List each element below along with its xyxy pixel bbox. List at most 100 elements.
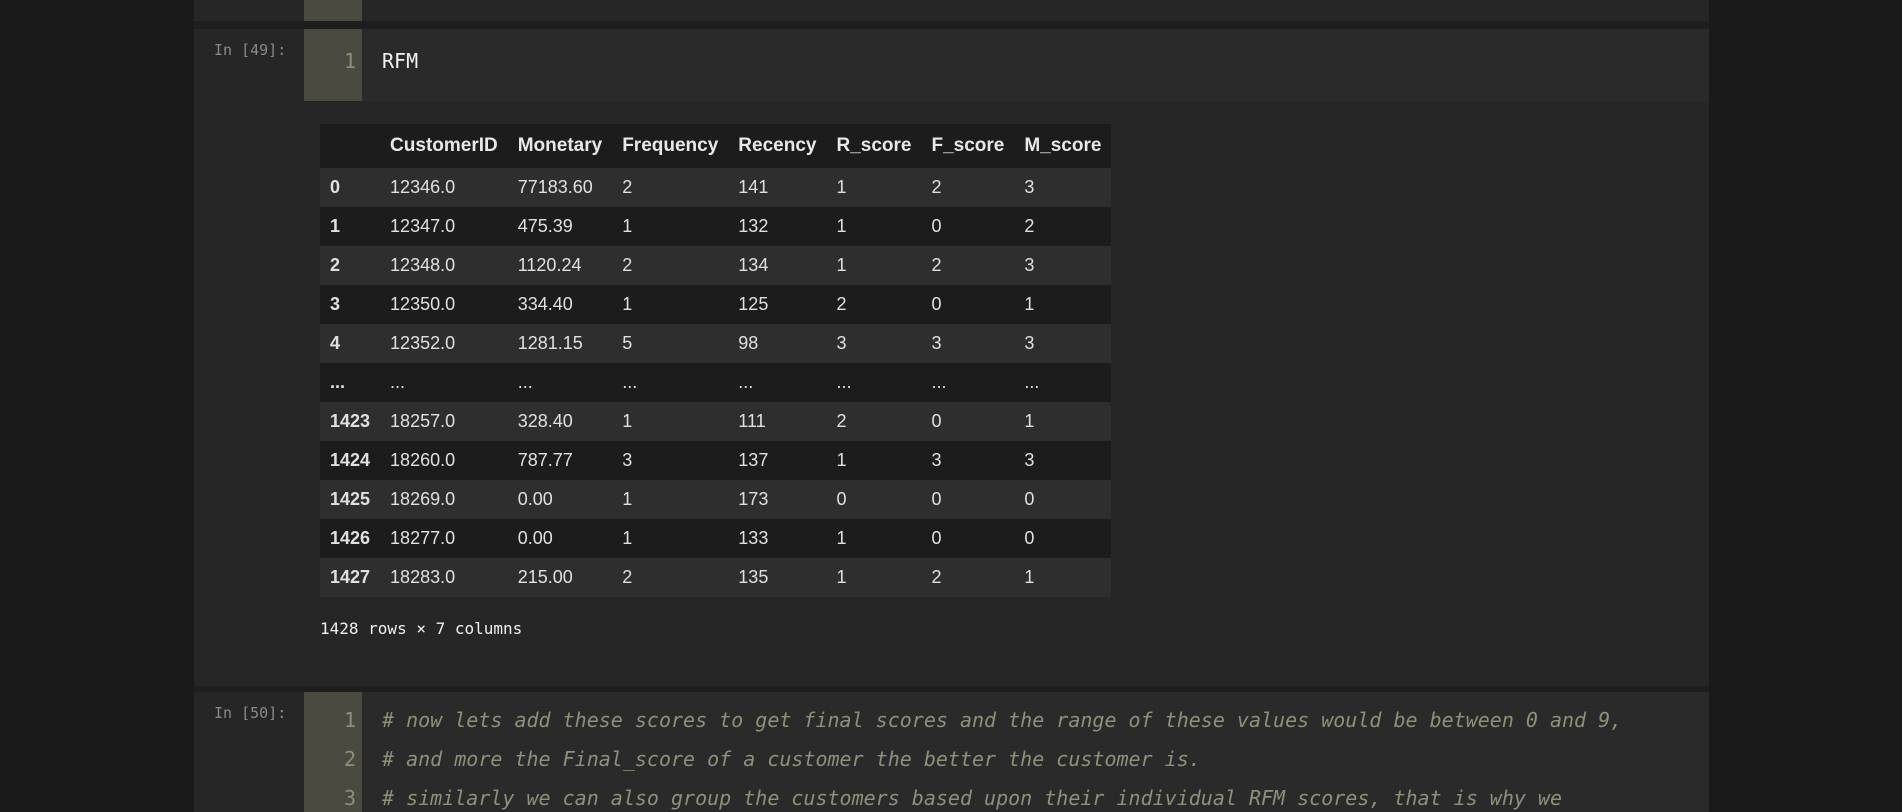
table-cell: 0	[931, 216, 942, 236]
table-cell: 2	[622, 567, 633, 587]
table-cell: ...	[931, 372, 947, 392]
table-cell: 334.40	[517, 294, 573, 314]
table-row: 4 12352.0 1281.15 5 98 3 3 3	[320, 324, 1112, 363]
code-cell-49[interactable]: In [49]: 1 RFM CustomerID Monetary Frequ…	[194, 29, 1709, 686]
row-index: 4	[330, 333, 341, 353]
table-cell: 3	[622, 450, 633, 470]
table-cell: 5	[622, 333, 633, 353]
table-cell: 141	[738, 177, 769, 197]
table-cell: 12347.0	[390, 216, 456, 236]
table-cell: 0	[931, 489, 942, 509]
table-cell: 0.00	[517, 489, 553, 509]
line-number: 1	[343, 49, 356, 73]
table-cell: ...	[517, 372, 533, 392]
table-cell: 0	[1024, 489, 1035, 509]
code-comment-line[interactable]: # similarly we can also group the custom…	[382, 786, 1562, 810]
table-cell: 0	[836, 489, 847, 509]
row-index: 1	[330, 216, 341, 236]
column-header: Monetary	[507, 124, 613, 168]
row-index: 0	[330, 177, 341, 197]
table-cell: 135	[738, 567, 769, 587]
code-comment-line[interactable]: # now lets add these scores to get final…	[382, 708, 1622, 732]
table-cell: 2	[1024, 216, 1035, 236]
table-cell: 1	[1024, 567, 1035, 587]
table-cell: 1	[622, 216, 633, 236]
table-cell: ...	[738, 372, 754, 392]
previous-cell[interactable]	[194, 0, 1709, 21]
line-number: 3	[343, 786, 356, 810]
table-cell: 1	[622, 294, 633, 314]
table-cell: 1	[1024, 411, 1035, 431]
table-cell: 3	[836, 333, 847, 353]
table-cell: 3	[931, 333, 942, 353]
table-cell: 3	[1024, 333, 1035, 353]
table-cell: 77183.60	[517, 177, 593, 197]
dataframe-shape: 1428 rows × 7 columns	[320, 619, 523, 638]
table-cell: 475.39	[517, 216, 573, 236]
table-header-row: CustomerID Monetary Frequency Recency R_…	[320, 124, 1112, 168]
table-cell: 0	[1024, 528, 1035, 548]
table-cell: 111	[738, 411, 766, 431]
table-cell: 0	[931, 294, 942, 314]
dataframe-table: CustomerID Monetary Frequency Recency R_…	[320, 124, 1112, 597]
table-cell: 1	[836, 177, 847, 197]
table-row: 1423 18257.0 328.40 1 111 2 0 1	[320, 402, 1112, 441]
table-cell: 1281.15	[517, 333, 583, 353]
previous-cell-gutter	[304, 0, 362, 21]
table-cell: 18277.0	[390, 528, 456, 548]
column-header: F_score	[921, 124, 1015, 168]
table-cell: 1	[836, 528, 847, 548]
table-cell: ...	[622, 372, 638, 392]
table-row: 0 12346.0 77183.60 2 141 1 2 3	[320, 168, 1112, 207]
table-cell: 328.40	[517, 411, 573, 431]
table-cell: 12352.0	[390, 333, 456, 353]
table-cell: 12348.0	[390, 255, 456, 275]
table-cell: ...	[836, 372, 852, 392]
table-cell: 133	[738, 528, 769, 548]
table-row: 1427 18283.0 215.00 2 135 1 2 1	[320, 558, 1112, 597]
table-row: 2 12348.0 1120.24 2 134 1 2 3	[320, 246, 1112, 285]
table-cell: 1	[622, 528, 633, 548]
code-line[interactable]: RFM	[382, 49, 418, 73]
table-cell: 2	[836, 411, 847, 431]
table-cell: 137	[738, 450, 769, 470]
code-input[interactable]: 1 RFM	[304, 29, 1709, 101]
table-cell: 215.00	[517, 567, 573, 587]
table-row: 1 12347.0 475.39 1 132 1 0 2	[320, 207, 1112, 246]
code-comment-line[interactable]: # and more the Final_score of a customer…	[382, 747, 1201, 771]
table-cell: ...	[1024, 372, 1040, 392]
table-cell: 2	[622, 177, 633, 197]
cell-prompt: In [49]:	[214, 41, 287, 59]
table-row: 3 12350.0 334.40 1 125 2 0 1	[320, 285, 1112, 324]
table-cell: 18283.0	[390, 567, 456, 587]
table-cell: 12346.0	[390, 177, 456, 197]
table-row: ........................	[320, 363, 1112, 402]
table-cell: 134	[738, 255, 769, 275]
table-cell: 173	[738, 489, 769, 509]
code-input[interactable]: 1 2 3 # now lets add these scores to get…	[304, 692, 1709, 812]
index-header	[320, 124, 381, 168]
table-cell: 12350.0	[390, 294, 456, 314]
row-index: 1426	[330, 528, 371, 548]
table-cell: 1	[836, 567, 847, 587]
table-cell: 3	[1024, 450, 1035, 470]
table-cell: 1	[1024, 294, 1035, 314]
code-cell-50[interactable]: In [50]: 1 2 3 # now lets add these scor…	[194, 692, 1709, 812]
line-number: 1	[343, 708, 356, 732]
table-cell: 3	[931, 450, 942, 470]
table-cell: 0	[931, 528, 942, 548]
table-cell: 1120.24	[517, 255, 582, 275]
table-cell: 2	[931, 255, 942, 275]
row-index: 1425	[330, 489, 371, 509]
row-index: ...	[330, 372, 346, 392]
table-cell: 0.00	[517, 528, 553, 548]
table-cell: 1	[836, 450, 847, 470]
table-cell: 787.77	[517, 450, 573, 470]
table-cell: 1	[622, 411, 633, 431]
row-index: 1424	[330, 450, 371, 470]
table-cell: 3	[1024, 255, 1035, 275]
table-cell: 98	[738, 333, 759, 353]
row-index: 2	[330, 255, 341, 275]
table-cell: 18260.0	[390, 450, 456, 470]
table-row: 1426 18277.0 0.00 1 133 1 0 0	[320, 519, 1112, 558]
